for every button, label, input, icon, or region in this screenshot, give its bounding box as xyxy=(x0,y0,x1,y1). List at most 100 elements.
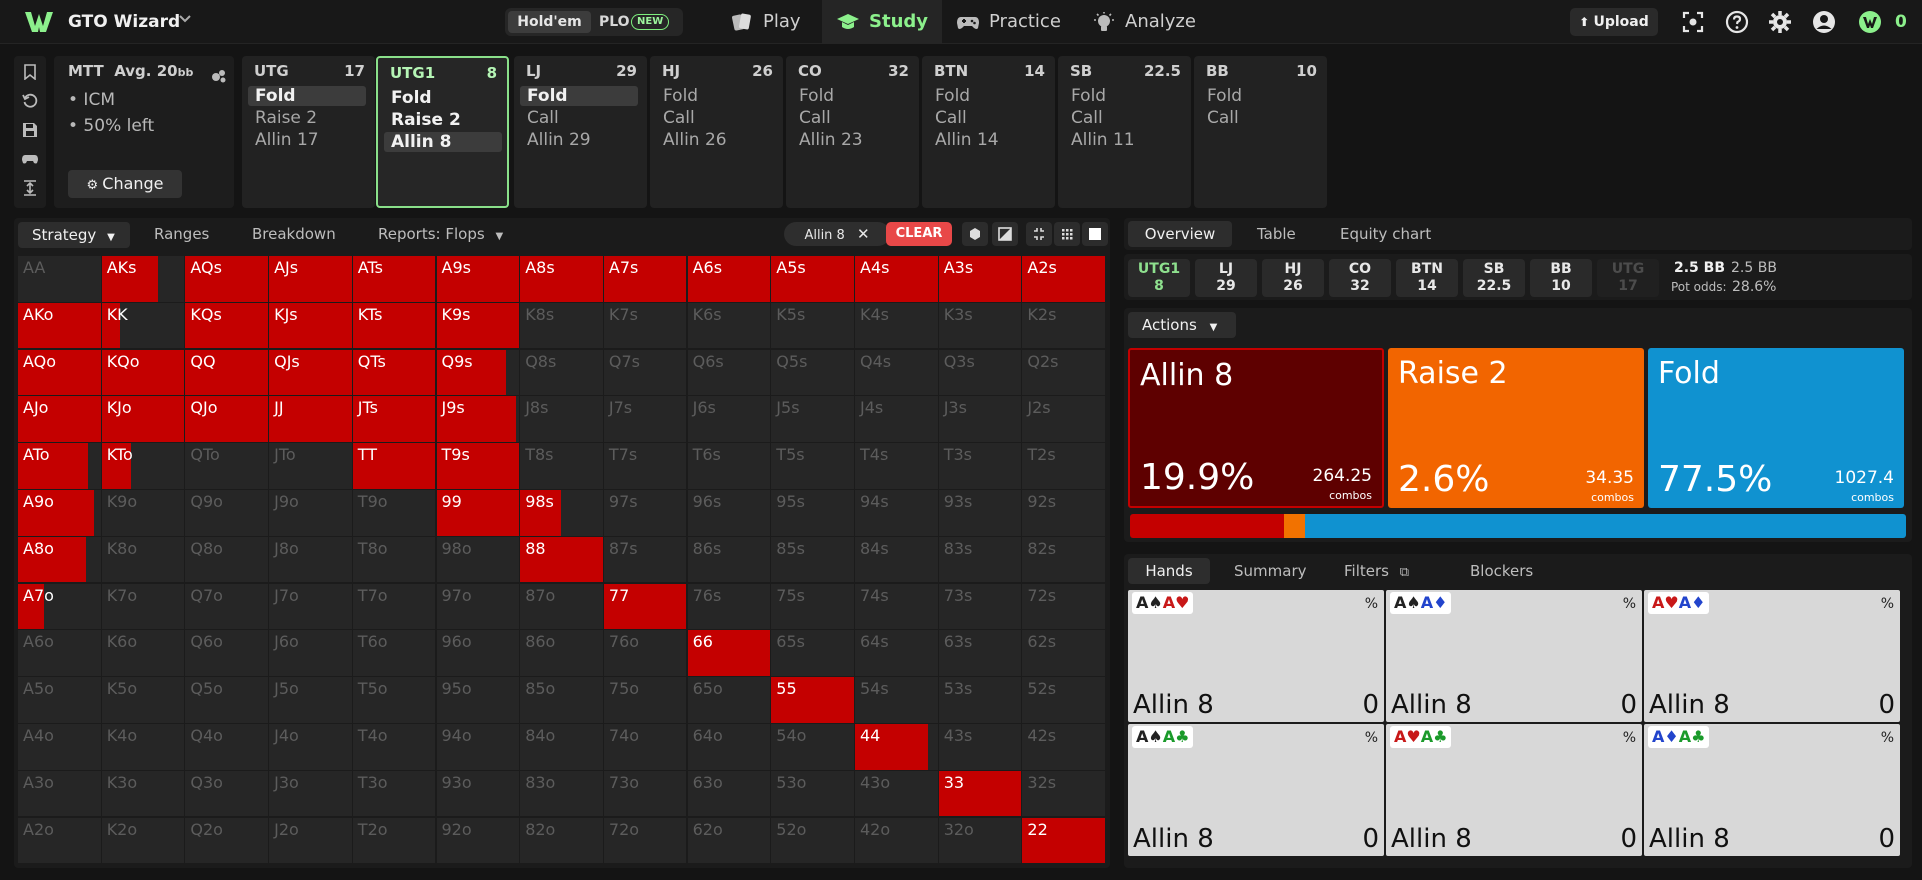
hand-cell[interactable]: K4o xyxy=(101,724,185,770)
hand-cell[interactable]: T6o xyxy=(352,630,436,676)
hand-cell[interactable]: Q9o xyxy=(185,490,268,536)
view-shapes-button[interactable] xyxy=(962,222,988,246)
hand-cell[interactable]: 52o xyxy=(771,817,854,864)
hand-cell[interactable]: 77 xyxy=(603,583,687,630)
tab-breakdown[interactable]: Breakdown xyxy=(252,225,336,243)
hand-cell[interactable]: KQo xyxy=(101,349,185,396)
hand-cell[interactable]: Q4s xyxy=(855,349,938,396)
hand-cell[interactable]: T2o xyxy=(352,817,436,864)
stack-box-utg[interactable]: UTG 17 xyxy=(1597,259,1659,297)
hand-cell[interactable]: 43o xyxy=(855,770,938,817)
hand-cell[interactable]: Q2s xyxy=(1022,349,1105,396)
hand-cell[interactable]: 22 xyxy=(1022,817,1105,864)
hand-cell[interactable]: A7s xyxy=(603,256,687,302)
hand-cell[interactable]: Q6s xyxy=(687,349,771,396)
hand-cell[interactable]: 92s xyxy=(1022,490,1105,536)
hand-cell[interactable]: T7s xyxy=(603,443,687,489)
stack-box-co[interactable]: CO 32 xyxy=(1329,259,1391,297)
position-card-sb[interactable]: SB 22.5 Fold Call Allin 11 xyxy=(1058,56,1191,208)
hand-cell[interactable]: KJs xyxy=(269,302,352,349)
hand-cell[interactable]: A2o xyxy=(18,817,101,864)
position-action[interactable]: Raise 2 xyxy=(384,110,502,130)
hand-cell[interactable]: KQs xyxy=(185,302,268,349)
hand-cell[interactable]: 63o xyxy=(687,770,771,817)
hand-cell[interactable]: K7s xyxy=(603,302,687,349)
position-card-hj[interactable]: HJ 26 Fold Call Allin 26 xyxy=(650,56,783,208)
position-action[interactable]: Allin 26 xyxy=(656,130,774,150)
hand-cell[interactable]: J4o xyxy=(269,724,352,770)
hand-cell[interactable]: 74o xyxy=(603,724,687,770)
position-action[interactable]: Fold xyxy=(656,86,774,106)
hand-cell[interactable]: Q4o xyxy=(185,724,268,770)
hand-cell[interactable]: T7o xyxy=(352,583,436,630)
position-card-btn[interactable]: BTN 14 Fold Call Allin 14 xyxy=(922,56,1055,208)
position-action[interactable]: Fold xyxy=(1064,86,1182,106)
hand-cell[interactable]: QTs xyxy=(352,349,436,396)
hand-cell[interactable]: 97o xyxy=(436,583,520,630)
hand-cell[interactable]: K6o xyxy=(101,630,185,676)
hand-cell[interactable]: 98o xyxy=(436,536,520,583)
hand-cell[interactable]: A3o xyxy=(18,770,101,817)
position-action[interactable]: Raise 2 xyxy=(248,108,366,128)
position-card-utg[interactable]: UTG 17 Fold Raise 2 Allin 17 xyxy=(242,56,375,208)
hand-cell[interactable]: 32s xyxy=(1022,770,1105,817)
actions-dropdown[interactable]: Actions ▼ xyxy=(1128,312,1236,338)
hand-cell[interactable]: 42o xyxy=(855,817,938,864)
hand-cell[interactable]: 87s xyxy=(603,536,687,583)
hand-cell[interactable]: 83o xyxy=(520,770,603,817)
hand-cell[interactable]: Q8o xyxy=(185,536,268,583)
holdem-toggle[interactable]: Hold'em xyxy=(508,11,591,33)
hand-cell[interactable]: T9o xyxy=(352,490,436,536)
hand-cell[interactable]: 95o xyxy=(436,677,520,723)
upload-button[interactable]: ⬆ Upload xyxy=(1570,8,1658,36)
hand-cell[interactable]: 53s xyxy=(938,677,1022,723)
hand-combo-card[interactable]: A♥A♦% Allin 8 0 xyxy=(1644,590,1900,722)
hand-cell[interactable]: T3o xyxy=(352,770,436,817)
stack-box-sb[interactable]: SB 22.5 xyxy=(1463,259,1525,297)
hand-cell[interactable]: 98s xyxy=(520,490,603,536)
hand-cell[interactable]: 96o xyxy=(436,630,520,676)
hand-cell[interactable]: K6s xyxy=(687,302,771,349)
hand-cell[interactable]: JTs xyxy=(352,396,436,442)
hand-cell[interactable]: AKs xyxy=(101,256,185,302)
hand-cell[interactable]: J8o xyxy=(269,536,352,583)
hand-cell[interactable]: Q5s xyxy=(771,349,854,396)
hand-cell[interactable]: Q7o xyxy=(185,583,268,630)
hand-cell[interactable]: 85s xyxy=(771,536,854,583)
position-action[interactable]: Call xyxy=(656,108,774,128)
hand-cell[interactable]: 93s xyxy=(938,490,1022,536)
hand-combo-card[interactable]: A♥A♣% Allin 8 0 xyxy=(1386,724,1642,856)
action-card-allin-8[interactable]: Allin 8 19.9% 264.25 combos xyxy=(1128,348,1384,508)
hand-cell[interactable]: J3o xyxy=(269,770,352,817)
hand-cell[interactable]: T5s xyxy=(771,443,854,489)
hand-cell[interactable]: 75s xyxy=(771,583,854,630)
position-action[interactable]: Call xyxy=(928,108,1046,128)
hand-cell[interactable]: T4s xyxy=(855,443,938,489)
chevron-down-icon[interactable] xyxy=(178,12,192,26)
hand-cell[interactable]: 82s xyxy=(1022,536,1105,583)
hand-cell[interactable]: T3s xyxy=(938,443,1022,489)
stack-box-bb[interactable]: BB 10 xyxy=(1530,259,1592,297)
hand-cell[interactable]: A2s xyxy=(1022,256,1105,302)
position-action[interactable]: Allin 23 xyxy=(792,130,910,150)
position-action[interactable]: Fold xyxy=(384,88,502,108)
hand-cell[interactable]: 66 xyxy=(687,630,771,676)
hand-cell[interactable]: 64s xyxy=(855,630,938,676)
hand-cell[interactable]: J4s xyxy=(855,396,938,442)
hand-cell[interactable]: AQs xyxy=(185,256,268,302)
hand-cell[interactable]: 86s xyxy=(687,536,771,583)
hand-cell[interactable]: T2s xyxy=(1022,443,1105,489)
hand-cell[interactable]: A5s xyxy=(771,256,854,302)
hand-cell[interactable]: A8s xyxy=(520,256,603,302)
hand-cell[interactable]: 92o xyxy=(436,817,520,864)
bookmark-icon[interactable] xyxy=(22,64,38,80)
chips-icon[interactable] xyxy=(210,66,228,84)
stack-box-lj[interactable]: LJ 29 xyxy=(1195,259,1257,297)
account-icon[interactable] xyxy=(1812,10,1836,34)
hand-cell[interactable]: K3o xyxy=(101,770,185,817)
position-card-utg1[interactable]: UTG1 8 Fold Raise 2 Allin 8 xyxy=(376,56,509,208)
hand-cell[interactable]: T5o xyxy=(352,677,436,723)
action-card-raise-2[interactable]: Raise 2 2.6% 34.35 combos xyxy=(1388,348,1644,508)
reset-icon[interactable] xyxy=(22,93,38,109)
hand-cell[interactable]: 55 xyxy=(771,677,854,723)
